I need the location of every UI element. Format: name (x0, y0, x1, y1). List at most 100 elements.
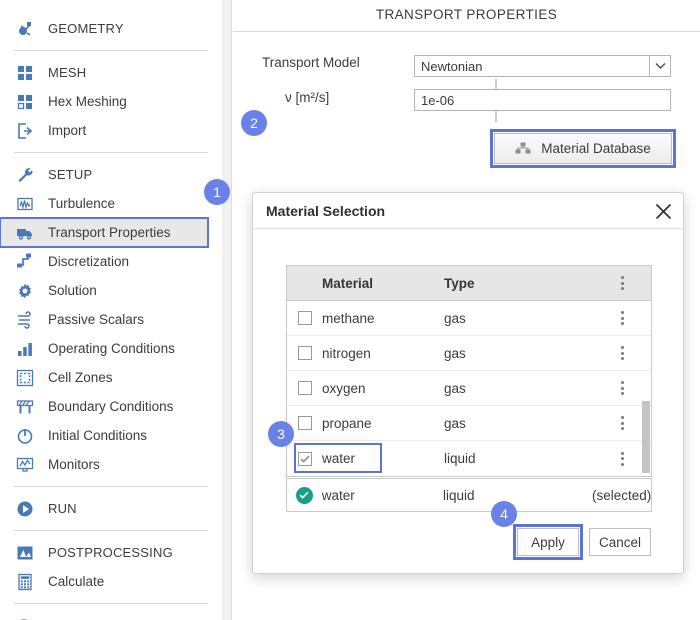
sidebar-item-label: Passive Scalars (48, 312, 145, 327)
row-material-name: oxygen (322, 380, 366, 396)
row-checkbox[interactable] (287, 311, 322, 325)
sidebar-item-cell-zones[interactable]: Cell Zones (0, 363, 222, 392)
sidebar-item-parameters[interactable]: @Parameters (0, 611, 222, 620)
sidebar: GEOMETRY MESH Hex Meshing Import SETUP Turbul… (0, 0, 222, 620)
step-badge-4: 4 (491, 501, 517, 527)
table-row[interactable]: propane gas (287, 406, 651, 441)
sidebar-item-initial-conditions[interactable]: Initial Conditions (0, 421, 222, 450)
nu-row: ν [m²/s] (285, 90, 329, 105)
kebab-menu-icon[interactable] (594, 346, 651, 360)
table-row[interactable]: methane gas (287, 301, 651, 336)
selected-material-name: water (321, 487, 355, 503)
row-material-type: liquid (444, 451, 476, 466)
table-row[interactable]: water liquid (287, 441, 651, 476)
table-scrollbar-thumb[interactable] (642, 401, 650, 473)
sidebar-item-mesh[interactable]: MESH (0, 58, 222, 87)
sidebar-item-transport-properties[interactable]: Transport Properties (0, 217, 209, 248)
import-icon (14, 120, 36, 142)
kebab-menu-icon[interactable] (594, 276, 651, 290)
sidebar-item-label: Boundary Conditions (48, 399, 174, 414)
transport-model-row: Transport Model (262, 55, 360, 70)
transport-model-value: Newtonian (421, 58, 483, 74)
page-title: TRANSPORT PROPERTIES (375, 7, 558, 22)
sidebar-item-label: SETUP (48, 167, 93, 182)
kebab-menu-icon[interactable] (594, 311, 651, 325)
cancel-button[interactable]: Cancel (589, 528, 651, 556)
wind-icon (14, 309, 36, 331)
transport-model-select[interactable]: Newtonian (414, 55, 671, 77)
sidebar-item-monitors[interactable]: Monitors (0, 450, 222, 479)
sidebar-item-run[interactable]: RUN (0, 494, 222, 523)
table-row[interactable]: nitrogen gas (287, 336, 651, 371)
sidebar-item-turbulence[interactable]: Turbulence (0, 189, 222, 218)
header-type: Type (444, 275, 475, 291)
discretization-icon (14, 251, 36, 273)
dialog-header: Material Selection (253, 193, 683, 229)
wrench-icon (14, 164, 36, 186)
sidebar-item-solution[interactable]: Solution (0, 276, 222, 305)
calculator-icon (14, 571, 36, 593)
database-icon (515, 142, 531, 155)
sidebar-divider (14, 50, 208, 51)
row-material-name: propane (322, 415, 372, 431)
step-badge-3: 3 (268, 421, 294, 447)
nu-input[interactable]: 1e-06 (414, 89, 671, 111)
sidebar-item-calculate[interactable]: Calculate (0, 567, 222, 596)
truck-icon (14, 222, 36, 244)
table-body: methane gas nitrogen gas oxygen gas propane gas… (287, 301, 651, 476)
chevron-down-icon[interactable] (649, 55, 671, 77)
parameters-icon: @ (14, 615, 36, 620)
material-database-button[interactable]: Material Database (490, 129, 676, 168)
step-badge-1: 1 (204, 179, 230, 205)
sidebar-item-import[interactable]: Import (0, 116, 222, 145)
sidebar-item-label: Monitors (48, 457, 100, 472)
row-material-type: gas (444, 345, 466, 361)
sidebar-item-geometry[interactable]: GEOMETRY (0, 14, 222, 43)
sidebar-item-operating-conditions[interactable]: Operating Conditions (0, 334, 222, 363)
sidebar-divider (14, 486, 208, 487)
table-header-row: Material Type (287, 266, 651, 301)
nu-value: 1e-06 (421, 92, 455, 108)
monitor-icon (14, 454, 36, 476)
sidebar-item-boundary-conditions[interactable]: Boundary Conditions (0, 392, 222, 421)
sidebar-item-label: Initial Conditions (48, 428, 148, 443)
sidebar-item-discretization[interactable]: Discretization (0, 247, 222, 276)
selected-material-type: liquid (442, 487, 475, 503)
power-icon (14, 425, 36, 447)
mesh-icon (14, 62, 36, 84)
sidebar-item-label: GEOMETRY (48, 21, 124, 36)
sidebar-item-setup[interactable]: SETUP (0, 160, 222, 189)
row-checkbox[interactable] (287, 381, 322, 395)
row-checkbox[interactable] (287, 346, 322, 360)
close-icon[interactable] (651, 199, 675, 223)
table-row[interactable]: oxygen gas (287, 371, 651, 406)
row-checkbox[interactable] (287, 451, 322, 466)
sidebar-item-label: RUN (48, 501, 77, 516)
sidebar-item-hex-meshing[interactable]: Hex Meshing (0, 87, 222, 116)
gear-icon (14, 280, 36, 302)
sidebar-item-postprocessing[interactable]: POSTPROCESSING (0, 538, 222, 567)
sidebar-item-label: Import (48, 123, 87, 138)
cell-zones-icon (14, 367, 36, 389)
row-material-name: methane (322, 310, 375, 326)
apply-button[interactable]: Apply (513, 524, 583, 560)
material-table: Material Type methane gas nitrogen gas oxyge… (286, 265, 652, 477)
row-material-type: gas (444, 310, 466, 326)
check-circle-icon (287, 486, 322, 504)
sidebar-item-label: Cell Zones (48, 370, 113, 385)
sidebar-item-label: MESH (48, 65, 87, 80)
row-material-name: water (322, 451, 356, 466)
sidebar-panel-gutter (222, 0, 232, 620)
header-material: Material (322, 275, 374, 291)
play-icon (14, 498, 36, 520)
nu-label: ν [m²/s] (285, 90, 330, 105)
sidebar-item-label: Solution (48, 283, 97, 298)
kebab-menu-icon[interactable] (594, 381, 651, 395)
sidebar-item-label: Hex Meshing (48, 94, 127, 109)
material-selection-dialog: Material Selection Material Type methane… (252, 192, 684, 574)
sidebar-divider (14, 152, 208, 153)
dialog-title: Material Selection (266, 202, 386, 219)
sidebar-item-passive-scalars[interactable]: Passive Scalars (0, 305, 222, 334)
row-material-name: nitrogen (322, 345, 371, 361)
image-icon (14, 542, 36, 564)
